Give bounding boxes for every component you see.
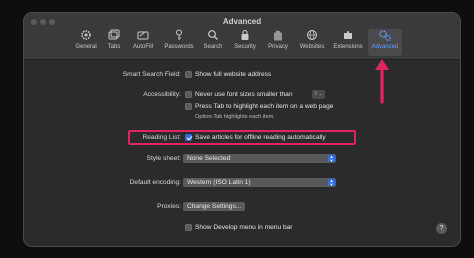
window-title: Advanced xyxy=(222,17,262,26)
safari-settings-window: Advanced General Tabs AutoFill Passwords xyxy=(24,13,460,246)
show-full-address-checkbox[interactable] xyxy=(185,71,192,78)
show-develop-text: Show Develop menu in menu bar xyxy=(195,224,293,231)
option-tab-note: Option-Tab highlights each item. xyxy=(195,114,275,120)
default-encoding-label: Default encoding: xyxy=(129,179,181,186)
tab-general[interactable]: General xyxy=(72,29,100,56)
save-articles-text: Save articles for offline reading automa… xyxy=(195,134,326,141)
globe-icon xyxy=(296,29,328,43)
style-sheet-label: Style sheet: xyxy=(146,155,181,162)
reading-list-label: Reading List: xyxy=(142,134,182,141)
show-full-address-text: Show full website address xyxy=(195,71,272,78)
hand-icon xyxy=(264,29,292,43)
style-sheet-select[interactable]: None Selected ▲ ▼ xyxy=(183,154,336,163)
tab-security[interactable]: Security xyxy=(230,29,260,56)
never-font-sizes-text: Never use font sizes smaller than xyxy=(195,91,293,98)
tab-autofill[interactable]: AutoFill xyxy=(128,29,158,56)
help-button[interactable]: ? xyxy=(436,223,447,234)
never-font-sizes-checkbox[interactable] xyxy=(185,91,192,98)
search-icon xyxy=(200,29,226,43)
tab-advanced[interactable]: Advanced xyxy=(368,29,402,56)
show-develop-checkbox[interactable] xyxy=(185,224,192,231)
save-articles-checkbox[interactable] xyxy=(185,134,192,141)
proxies-label: Proxies: xyxy=(157,203,181,210)
gear-icon xyxy=(72,29,100,43)
press-tab-text: Press Tab to highlight each item on a we… xyxy=(195,103,334,110)
puzzle-icon xyxy=(330,29,366,43)
change-settings-button[interactable]: Change Settings... xyxy=(183,202,246,211)
tab-tabs[interactable]: Tabs xyxy=(104,29,124,56)
tab-privacy[interactable]: Privacy xyxy=(264,29,292,56)
annotation-arrow-icon xyxy=(375,59,389,104)
tab-search[interactable]: Search xyxy=(200,29,226,56)
press-tab-checkbox[interactable] xyxy=(185,103,192,110)
key-icon xyxy=(162,29,196,43)
tab-websites[interactable]: Websites xyxy=(296,29,328,56)
smart-search-label: Smart Search Field: xyxy=(122,71,181,78)
default-encoding-select[interactable]: Western (ISO Latin 1) ▲ ▼ xyxy=(183,178,336,187)
chevron-updown-icon: ▲ ▼ xyxy=(328,178,335,187)
tab-passwords[interactable]: Passwords xyxy=(162,29,196,56)
autofill-icon xyxy=(128,29,158,43)
lock-icon xyxy=(230,29,260,43)
font-size-select[interactable]: 9 ⌄ xyxy=(312,90,325,99)
advanced-gears-icon xyxy=(368,29,402,43)
tab-extensions[interactable]: Extensions xyxy=(330,29,366,56)
toolbar: Advanced General Tabs AutoFill Passwords xyxy=(24,13,460,60)
accessibility-label: Accessibility: xyxy=(143,91,181,98)
chevron-updown-icon: ▲ ▼ xyxy=(328,154,335,163)
tabs-icon xyxy=(104,29,124,43)
